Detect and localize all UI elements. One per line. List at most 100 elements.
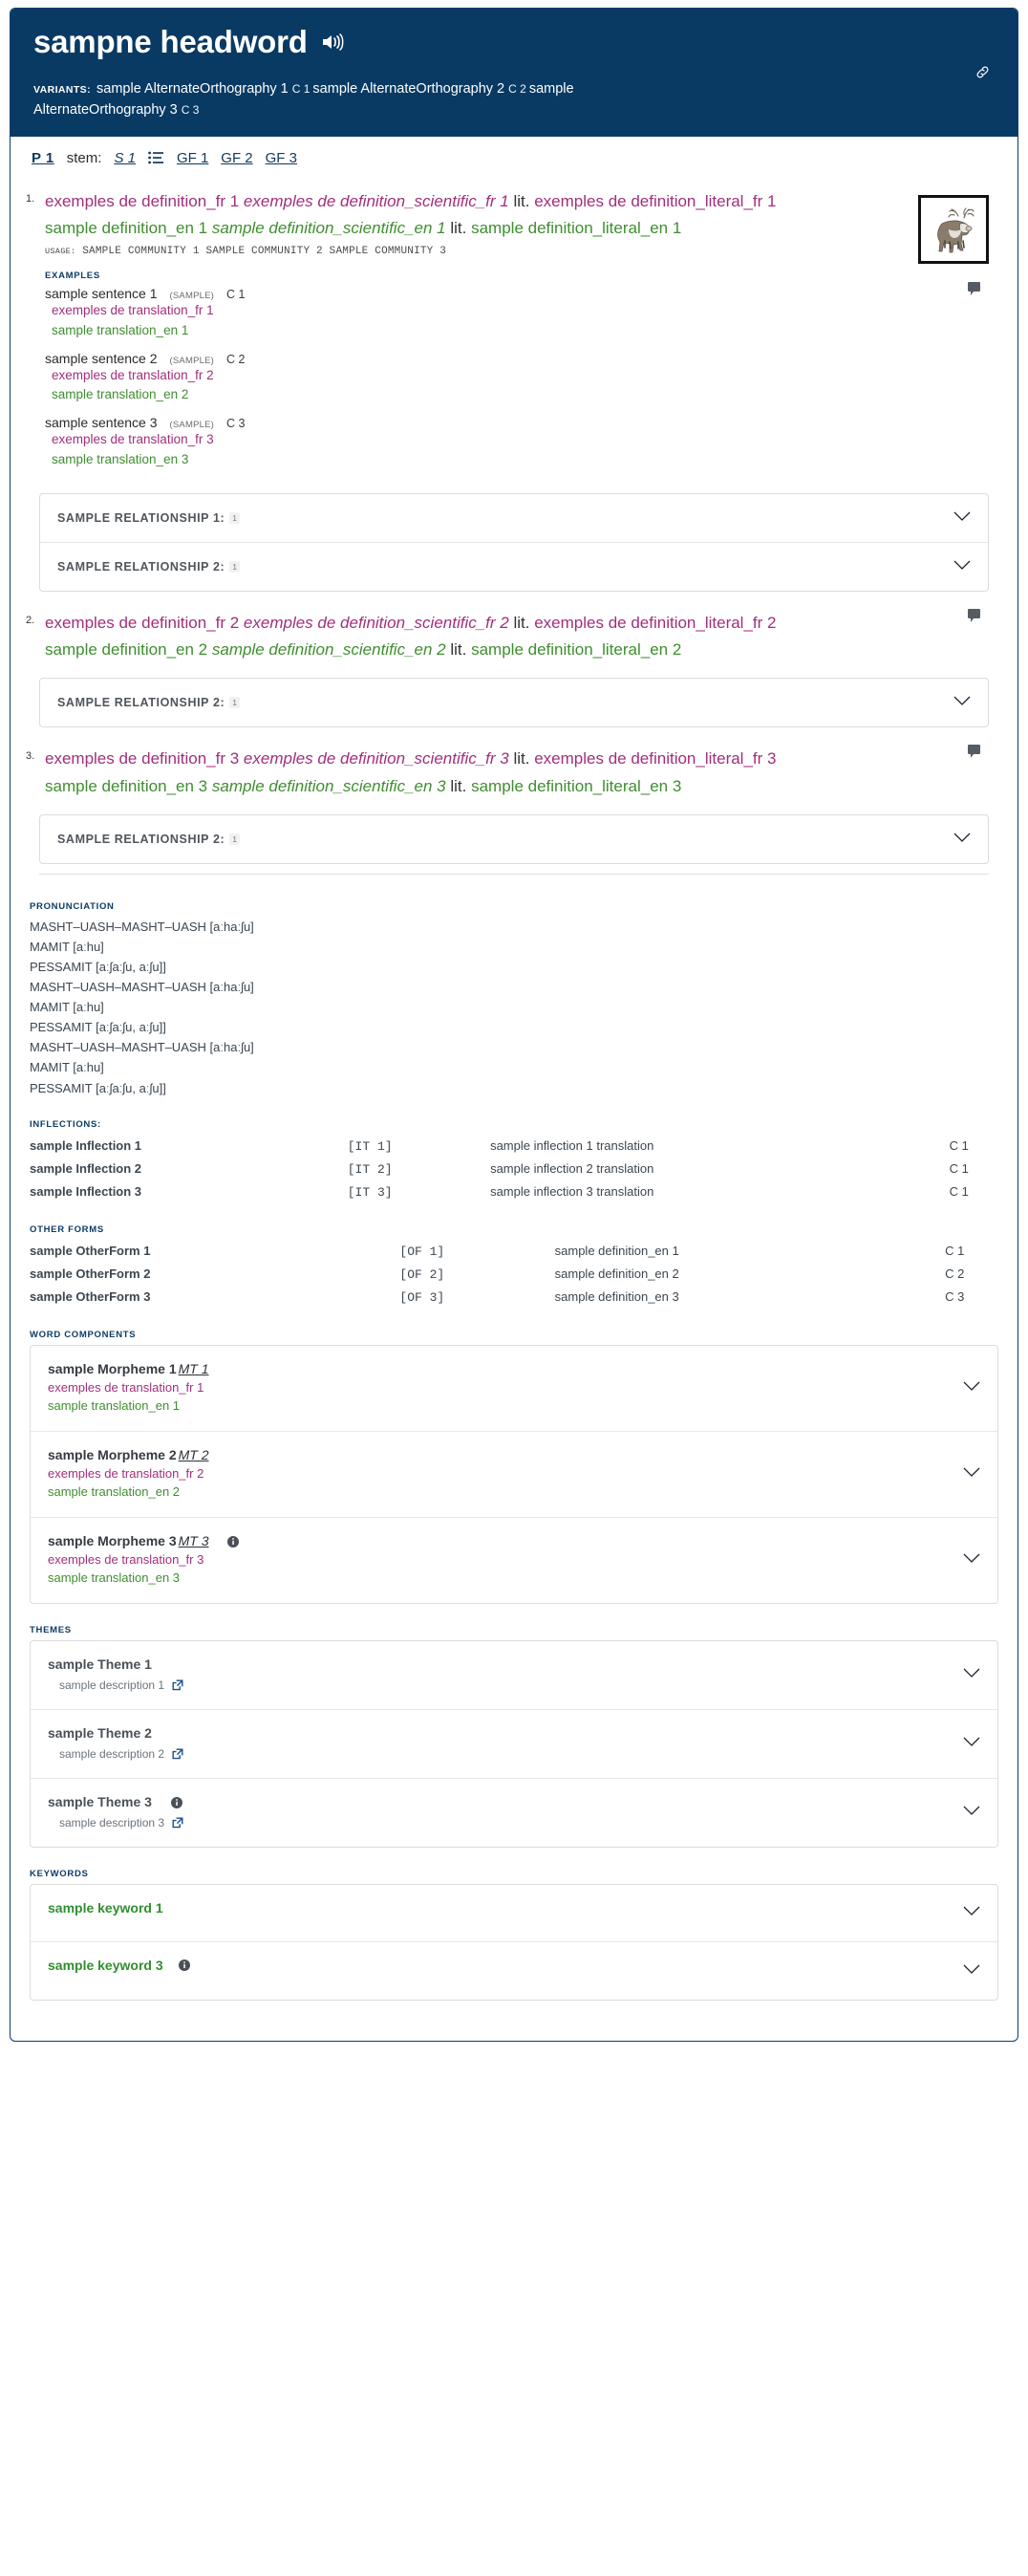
example-code: C 3 (226, 417, 246, 431)
chevron-down-icon[interactable] (953, 509, 971, 527)
inflection-tag: [IT 1] (347, 1138, 393, 1154)
link-icon[interactable] (974, 64, 991, 85)
dictionary-entry-card: sampne headword VARIANTS: sample Alterna… (10, 8, 1018, 2042)
chevron-down-icon[interactable] (953, 558, 971, 575)
usage-value: SAMPLE COMMUNITY 1 SAMPLE COMMUNITY 2 SA… (82, 246, 447, 258)
example-sentence: sample sentence 2 (45, 350, 158, 366)
chevron-down-icon[interactable] (963, 1962, 980, 1980)
chevron-down-icon[interactable] (963, 1465, 980, 1483)
inflections-label: INFLECTIONS: (30, 1118, 101, 1130)
chevron-down-icon[interactable] (963, 1551, 980, 1569)
part-of-speech-link[interactable]: P 1 (32, 150, 54, 166)
external-link-icon[interactable] (172, 1817, 183, 1829)
definition-en-scientific: sample definition_scientific_en 2 (211, 640, 446, 660)
chevron-down-icon[interactable] (963, 1804, 980, 1821)
theme-description: sample description 3 (59, 1815, 165, 1829)
comment-icon[interactable] (968, 608, 981, 628)
themes-section: THEMES sample Theme 1 sample description… (30, 1625, 998, 1848)
other-forms-section: OTHER FORMS sample OtherForm 1 [OF 1] sa… (30, 1224, 998, 1309)
definition-en-scientific: sample definition_scientific_en 1 (211, 218, 446, 237)
list-item[interactable]: sample Theme 3 sample description 3 (31, 1779, 997, 1847)
sense-item: 3. exemples de definition_fr 3 exemples … (26, 739, 1002, 884)
definition-en-main: sample definition_en 3 (45, 776, 208, 795)
chevron-down-icon[interactable] (963, 1666, 980, 1683)
list-item[interactable]: sample Theme 1 sample description 1 (31, 1641, 997, 1710)
grammatical-form-link-3[interactable]: GF 3 (266, 150, 297, 166)
chevron-down-icon[interactable] (963, 1735, 980, 1752)
inflection-name: sample Inflection 1 (30, 1137, 142, 1153)
definition-fr: exemples de definition_fr 3 exemples de … (45, 747, 897, 771)
example-sentence: sample sentence 3 (45, 415, 158, 431)
keyword-title-row: sample keyword 1 (48, 1900, 163, 1916)
chevron-down-icon[interactable] (953, 694, 971, 711)
sense-number: 1. (26, 192, 35, 205)
inflection-code: C 1 (949, 1137, 969, 1153)
list-item[interactable]: sample Theme 2 sample description 2 (31, 1710, 997, 1779)
senses-list: 1. exemples de definition_fr 1 exemples … (11, 178, 1017, 885)
chevron-down-icon[interactable] (963, 1379, 980, 1396)
other-forms-table: sample OtherForm 1 [OF 1] sample definit… (30, 1240, 998, 1309)
list-item[interactable]: sample keyword 3 (31, 1942, 997, 2000)
variant-text: sample AlternateOrthography 2 (312, 80, 505, 97)
definition-fr: exemples de definition_fr 1 exemples de … (45, 189, 897, 214)
list-item[interactable]: sample keyword 1 (31, 1885, 997, 1942)
morpheme-type: MT 2 (178, 1446, 209, 1462)
variant-text: sample AlternateOrthography 1 (96, 80, 289, 97)
grammatical-form-link-2[interactable]: GF 2 (221, 150, 252, 166)
relationship-accordion-row[interactable]: SAMPLE RELATIONSHIP 2: 1 (40, 543, 988, 591)
stem-value-link[interactable]: S 1 (114, 150, 136, 166)
relationship-badge: 1 (229, 511, 240, 524)
example-translation-fr: exemples de translation_fr 2 (52, 367, 214, 382)
inflection-tag: [IT 3] (347, 1184, 393, 1200)
inflection-tag: [IT 2] (347, 1161, 393, 1177)
list-item[interactable]: sample Morpheme 3 MT 3 exemples de transl… (31, 1518, 997, 1603)
theme-name: sample Theme 1 (48, 1656, 152, 1672)
external-link-icon[interactable] (172, 1679, 183, 1691)
info-icon[interactable] (178, 1959, 190, 1971)
speaker-icon[interactable] (321, 32, 344, 52)
relationship-accordion-row[interactable]: SAMPLE RELATIONSHIP 2: 1 (40, 679, 988, 726)
usage-line: USAGE: SAMPLE COMMUNITY 1 SAMPLE COMMUNI… (45, 246, 897, 257)
themes-list: sample Theme 1 sample description 1 samp… (30, 1639, 998, 1848)
chevron-down-icon[interactable] (953, 831, 971, 848)
theme-description: sample description 2 (59, 1746, 165, 1761)
pronunciation-line: MASHT–UASH–MASHT–UASH [aːhaːʃu] (30, 920, 254, 935)
comment-icon[interactable] (968, 745, 981, 764)
chevron-down-icon[interactable] (963, 1904, 980, 1921)
inflection-translation: sample inflection 2 translation (490, 1160, 654, 1176)
external-link-icon[interactable] (172, 1748, 183, 1760)
info-icon[interactable] (170, 1797, 182, 1809)
relationship-accordion-row[interactable]: SAMPLE RELATIONSHIP 2: 1 (40, 815, 988, 863)
comment-icon[interactable] (968, 281, 981, 301)
other-form-translation: sample definition_en 3 (554, 1288, 679, 1304)
keyword-title-row: sample keyword 3 (48, 1958, 190, 1973)
other-form-name: sample OtherForm 1 (30, 1243, 151, 1258)
theme-name: sample Theme 3 (48, 1793, 152, 1809)
example-tag: (SAMPLE) (169, 355, 215, 366)
pronunciation-line: MAMIT [aːhu] (30, 1060, 104, 1075)
inflections-section: INFLECTIONS: sample Inflection 1 [IT 1] … (30, 1119, 998, 1203)
list-icon[interactable] (148, 151, 164, 165)
keywords-section: KEYWORDS sample keyword 1 sample keyword… (30, 1869, 998, 2001)
list-item[interactable]: sample Morpheme 2 MT 2 exemples de transl… (31, 1432, 997, 1518)
keywords-list: sample keyword 1 sample keyword 3 (30, 1883, 998, 2001)
relationship-accordion-row[interactable]: SAMPLE RELATIONSHIP 1: 1 (40, 494, 988, 543)
list-item[interactable]: sample Morpheme 1 MT 1 exemples de transl… (31, 1346, 997, 1432)
inflection-name: sample Inflection 3 (30, 1183, 142, 1199)
morpheme-translation-en: sample translation_en 1 (48, 1398, 181, 1414)
definition-fr: exemples de definition_fr 2 exemples de … (45, 611, 897, 636)
definition-en-literal: sample definition_literal_en 1 (471, 218, 682, 237)
sense-number: 2. (26, 614, 35, 626)
table-row: sample OtherForm 2 [OF 2] sample definit… (30, 1263, 998, 1286)
morpheme-name: sample Morpheme 2 (48, 1446, 177, 1462)
other-form-code: C 1 (945, 1243, 965, 1258)
variants-row: VARIANTS: sample AlternateOrthography 1C… (33, 78, 702, 121)
keyword-name: sample keyword 1 (48, 1899, 163, 1916)
pronunciation-line: PESSAMIT [aːʃaːʃu, aːʃu]] (30, 1020, 166, 1035)
info-icon[interactable] (227, 1536, 240, 1548)
table-row: sample OtherForm 1 [OF 1] sample definit… (30, 1240, 998, 1263)
grammatical-form-link-1[interactable]: GF 1 (177, 150, 208, 166)
pronunciation-line: MASHT–UASH–MASHT–UASH [aːhaːʃu] (30, 980, 254, 995)
morpheme-translation-fr: exemples de translation_fr 2 (48, 1465, 204, 1481)
word-components-label: WORD COMPONENTS (30, 1329, 137, 1340)
